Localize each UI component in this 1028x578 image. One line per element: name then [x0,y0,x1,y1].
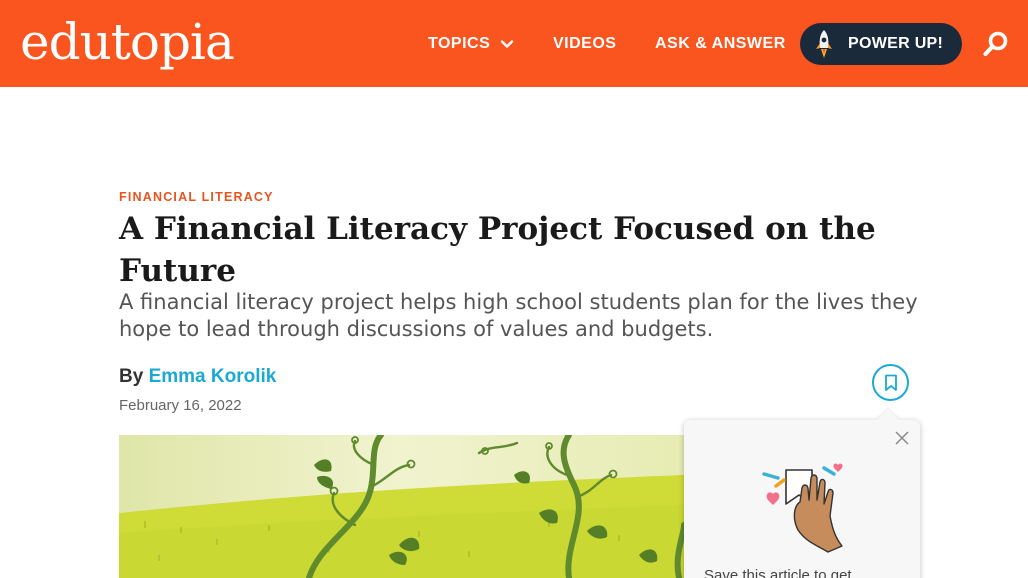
author-link[interactable]: Emma Korolik [149,366,277,387]
byline-prefix: By [119,366,144,387]
power-up-button[interactable]: POWER UP! [800,23,962,65]
rocket-icon [816,30,832,58]
hero-illustration [119,435,684,578]
bookmark-button[interactable] [872,364,909,401]
popover-caret [876,408,900,432]
power-up-label: POWER UP! [848,35,944,52]
hero-image [119,435,684,578]
nav-topics[interactable]: TOPICS [428,33,514,55]
save-article-popover: Save this article to get [684,408,920,578]
nav-topics-label: TOPICS [428,35,491,52]
nav-ask-answer[interactable]: ASK & ANSWER [655,33,786,55]
search-icon[interactable] [982,30,1010,58]
nav-videos[interactable]: VIDEOS [553,33,616,55]
popover-message: Save this article to get [704,567,852,578]
article-category[interactable]: FINANCIAL LITERACY [119,190,274,204]
waving-hand-illustration [762,463,843,553]
chevron-down-icon [501,40,514,48]
edutopia-logo[interactable]: edutopia [20,12,235,72]
article-title: A Financial Literacy Project Focused on … [119,211,876,289]
publish-date: February 16, 2022 [119,397,242,414]
byline: By Emma Korolik [119,366,276,388]
article-deck: A financial literacy project helps high … [119,290,918,341]
bookmark-icon [884,374,897,391]
site-header: edutopia TOPICS VIDEOS ASK & ANSWER POWE… [0,0,1028,87]
close-icon[interactable] [894,430,910,446]
